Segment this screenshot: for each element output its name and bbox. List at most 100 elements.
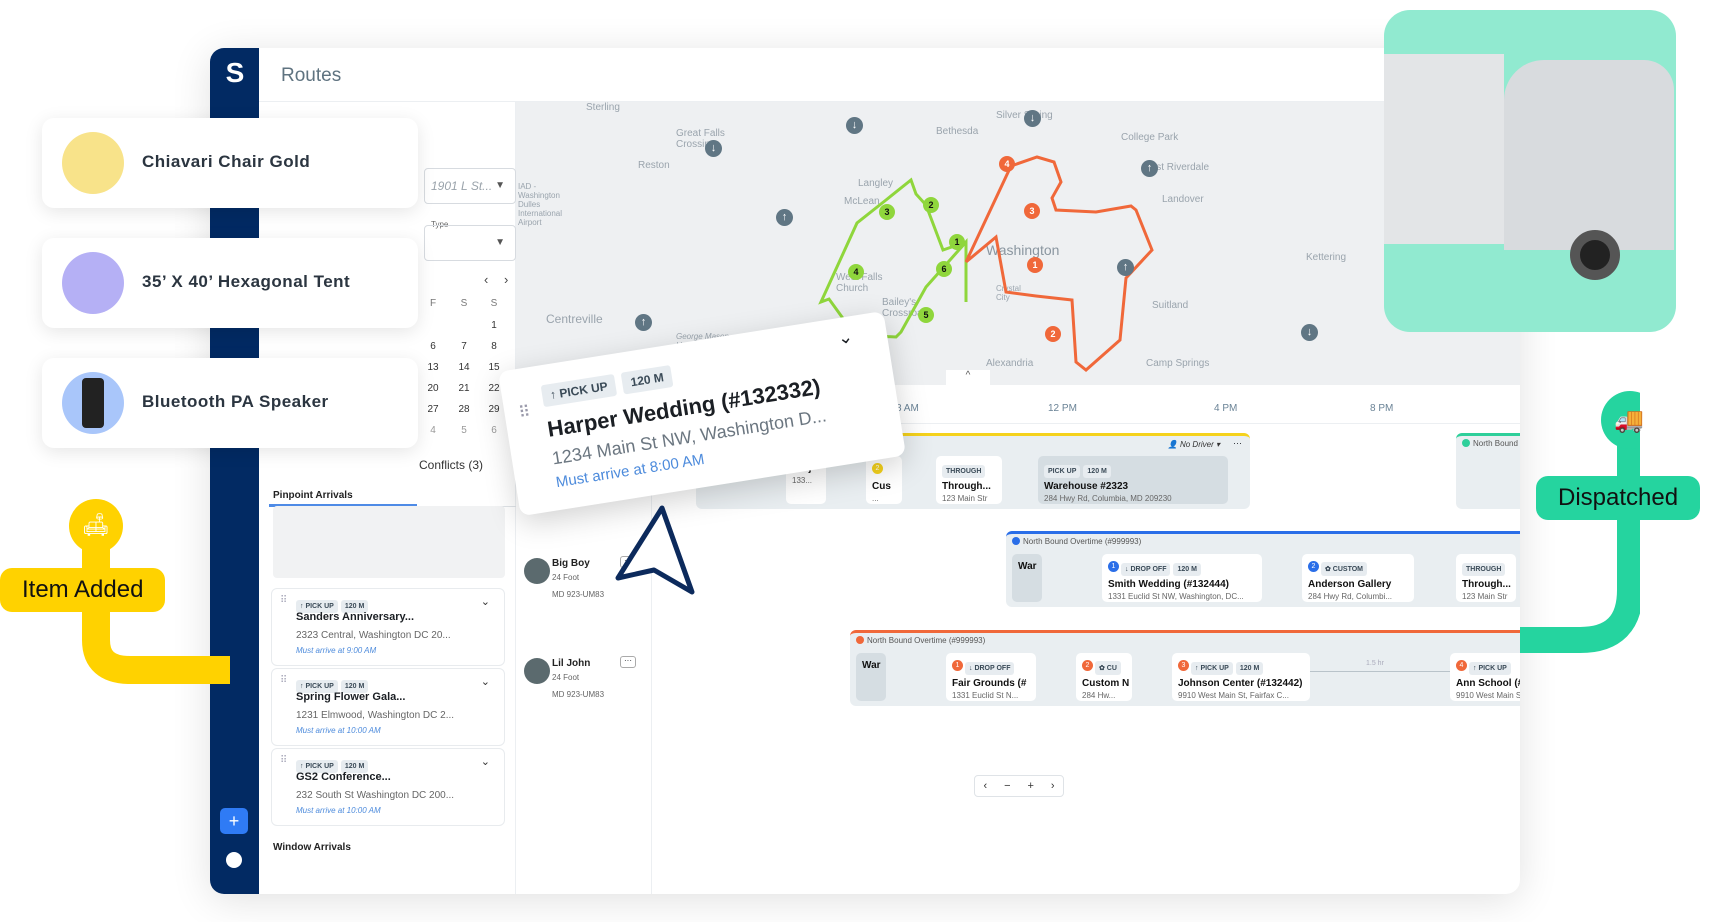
map-stop-marker[interactable]: 4 xyxy=(848,264,864,280)
cal-day[interactable]: 5 xyxy=(449,425,479,436)
stop-name: War xyxy=(1018,561,1037,572)
collapse-map-button[interactable]: ^ xyxy=(946,370,990,385)
drop-zone[interactable] xyxy=(273,506,505,578)
tab-conflicts[interactable]: Conflicts (3) xyxy=(419,458,483,472)
cal-day[interactable]: 4 xyxy=(418,425,448,436)
route-stop[interactable]: War xyxy=(1012,554,1042,602)
more-icon[interactable]: ··· xyxy=(1233,438,1242,448)
dropoff-pin-icon[interactable]: ↓ xyxy=(705,140,722,157)
map-stop-marker[interactable]: 2 xyxy=(1045,326,1061,342)
stop-number: 2 xyxy=(872,463,883,475)
order-title: Spring Flower Gala... xyxy=(296,691,406,703)
route-stop[interactable]: 4↑ PICK UP Ann School (#132452) 9910 West … xyxy=(1450,653,1520,701)
add-button[interactable]: + xyxy=(220,808,248,834)
map-stop-marker[interactable]: 4 xyxy=(999,156,1015,172)
dispatched-badge: Dispatched xyxy=(1536,476,1701,520)
prev-button[interactable]: ‹ xyxy=(983,780,987,792)
stop-address: 123 Main Str xyxy=(1462,592,1508,601)
driver-row[interactable]: Big Boy 24 Foot MD 923-UM83 ··· xyxy=(524,556,636,599)
route-stop[interactable]: THROUGH Through... 123 Main Str xyxy=(936,456,1002,504)
map-stop-marker[interactable]: 6 xyxy=(936,261,952,277)
cal-day[interactable]: 28 xyxy=(449,404,479,415)
drag-handle-icon[interactable]: ⠿ xyxy=(280,595,287,606)
orders-panel: 1901 L St...▼ Type ▼ ‹ › F S S 1 6 7 8 9… xyxy=(259,102,516,894)
cal-day[interactable]: 27 xyxy=(418,404,448,415)
cal-day[interactable]: 6 xyxy=(418,341,448,352)
route-green[interactable]: North Bound Overtime xyxy=(1456,433,1520,509)
map-stop-marker[interactable]: 3 xyxy=(1024,203,1040,219)
driver-avatar xyxy=(524,658,550,684)
type-select[interactable]: ▼ xyxy=(424,225,516,261)
route-stop[interactable]: 1 ↓ DROP OFF Fair Grounds (# 1331 Euclid St… xyxy=(946,653,1036,701)
route-map[interactable]: Sterling Great Falls Crossing Reston IAD… xyxy=(516,102,1520,385)
cal-day[interactable]: 13 xyxy=(418,362,448,373)
stop-address: 284 Hwy Rd, Columbia, MD 209230 xyxy=(1044,494,1172,503)
order-card[interactable]: ⠿ ↑ PICK UP 120 M ⌄ Sanders Anniversary..… xyxy=(271,588,505,666)
chevron-down-icon[interactable]: ⌄ xyxy=(481,755,490,768)
route-stop[interactable]: PICK UP 120 M Warehouse #2323 284 Hwy Rd, C… xyxy=(1038,456,1228,504)
drag-handle-icon[interactable]: ⠿ xyxy=(280,675,287,686)
next-button[interactable]: › xyxy=(1051,780,1055,792)
chevron-down-icon[interactable]: ⌄ xyxy=(481,675,490,688)
cal-day[interactable]: 1 xyxy=(479,320,509,331)
driver-row[interactable]: Lil John 24 Foot MD 923-UM83 ··· xyxy=(524,656,636,699)
stop-number: 4 xyxy=(1456,660,1467,672)
cal-day[interactable]: 6 xyxy=(479,425,509,436)
user-icon[interactable] xyxy=(226,852,242,868)
route-stop[interactable]: War xyxy=(856,653,886,701)
zoom-in-button[interactable]: + xyxy=(1027,780,1033,792)
stop-type-tag: THROUGH xyxy=(942,465,986,478)
cal-day[interactable]: 21 xyxy=(449,383,479,394)
item-label: 35’ X 40’ Hexagonal Tent xyxy=(142,272,351,291)
route-stop[interactable]: 1 ↓ DROP OFF 120 M Smith Wedding (#132444) 1… xyxy=(1102,554,1262,602)
zoom-out-button[interactable]: − xyxy=(1004,780,1010,792)
chevron-down-icon[interactable]: ⌄ xyxy=(836,326,854,349)
stop-address: 133... xyxy=(792,476,813,485)
route-label: North Bound Overtime (#999993) xyxy=(1012,537,1141,546)
drag-handle-icon[interactable]: ⠿ xyxy=(517,402,532,424)
route-orange[interactable]: North Bound Overtime (#999993) War 1 ↓ DR… xyxy=(850,630,1520,706)
order-arrival: Must arrive at 9:00 AM xyxy=(296,646,377,655)
map-stop-marker[interactable]: 3 xyxy=(879,204,895,220)
stop-address: 9910 West Main St, Fairfax C... xyxy=(1456,691,1520,700)
route-label: North Bound Overtime xyxy=(1462,439,1520,448)
cal-day[interactable]: 20 xyxy=(418,383,448,394)
driver-select[interactable]: 👤 No Driver ▾ xyxy=(1168,440,1220,449)
dropoff-pin-icon[interactable]: ↓ xyxy=(1301,324,1318,341)
route-name: North Bound Overtime xyxy=(1473,439,1520,448)
map-stop-marker[interactable]: 2 xyxy=(923,197,939,213)
dropoff-pin-icon[interactable]: ↓ xyxy=(1024,110,1041,127)
route-stop[interactable]: 2 ✿ CU Custom N 284 Hw... xyxy=(1076,653,1132,701)
route-blue[interactable]: North Bound Overtime (#999993) War 1 ↓ DR… xyxy=(1006,531,1520,607)
route-stop[interactable]: 2 Cus... xyxy=(866,456,902,504)
address-select[interactable]: 1901 L St... ▼ xyxy=(424,168,516,204)
route-stop[interactable]: THROUGH Through... 123 Main Str xyxy=(1456,554,1516,602)
driver-value: No Driver xyxy=(1179,440,1214,449)
map-stop-marker[interactable]: 5 xyxy=(918,307,934,323)
pickup-pin-icon[interactable]: ↑ xyxy=(1117,259,1134,276)
pickup-pin-icon[interactable]: ↑ xyxy=(776,209,793,226)
pickup-pin-icon[interactable]: ↑ xyxy=(1141,160,1158,177)
route-label: North Bound Overtime (#999993) xyxy=(856,636,985,645)
sofa-icon: 🛋 xyxy=(82,512,110,537)
order-card[interactable]: ⠿ ↑ PICK UP 120 M ⌄ GS2 Conference... 232… xyxy=(271,748,505,826)
calendar-prev-button[interactable]: ‹ xyxy=(484,272,488,287)
dropoff-pin-icon[interactable]: ↓ xyxy=(846,117,863,134)
calendar-next-button[interactable]: › xyxy=(504,272,508,287)
route-stop[interactable]: 2 ✿ CUSTOM Anderson Gallery 284 Hwy Rd, Col… xyxy=(1302,554,1414,602)
driver-plate: MD 923-UM83 xyxy=(552,590,605,599)
chevron-down-icon[interactable]: ⌄ xyxy=(481,595,490,608)
cal-day[interactable]: 14 xyxy=(449,362,479,373)
order-address: 2323 Central, Washington DC 20... xyxy=(296,630,451,641)
cal-day[interactable]: 8 xyxy=(479,341,509,352)
more-button[interactable]: ··· xyxy=(620,656,636,668)
pickup-pin-icon[interactable]: ↑ xyxy=(635,314,652,331)
stop-number: 3 xyxy=(1178,660,1189,672)
caret-down-icon: ▼ xyxy=(495,180,505,191)
order-card[interactable]: ⠿ ↑ PICK UP 120 M ⌄ Spring Flower Gala...… xyxy=(271,668,505,746)
route-stop[interactable]: 3 ↑ PICK UP 120 M Johnson Center (#132442) 9… xyxy=(1172,653,1310,701)
drag-handle-icon[interactable]: ⠿ xyxy=(280,755,287,766)
map-stop-marker[interactable]: 1 xyxy=(949,234,965,250)
map-stop-marker[interactable]: 1 xyxy=(1027,257,1043,273)
cal-day[interactable]: 7 xyxy=(449,341,479,352)
